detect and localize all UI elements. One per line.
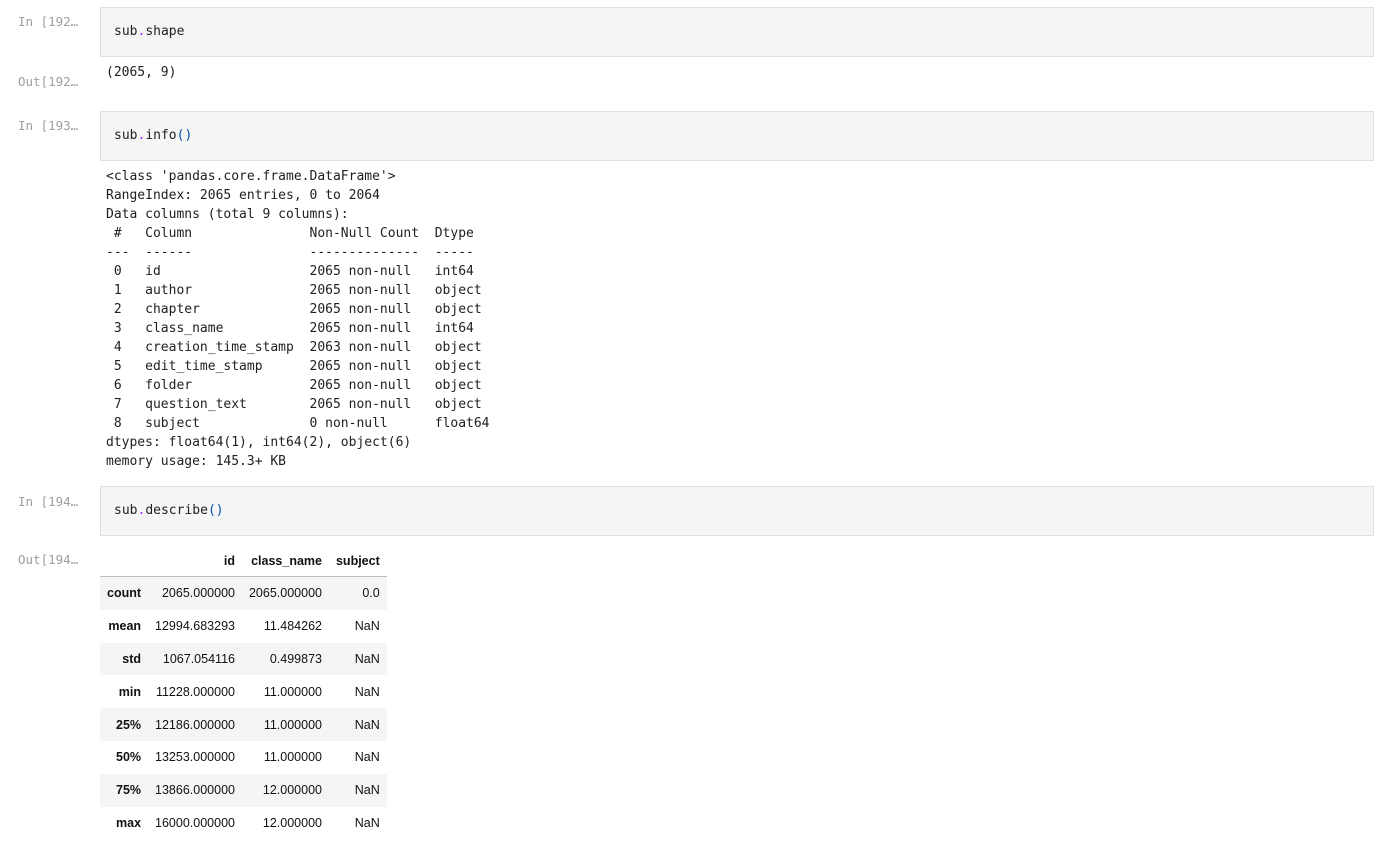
table-cell: NaN <box>354 684 380 699</box>
table-header-row: id class_name subject <box>100 545 387 577</box>
row-label: std <box>122 651 142 666</box>
column-header <box>100 545 149 577</box>
column-header: id <box>148 545 242 577</box>
table-cell: 13253.000000 <box>155 750 235 765</box>
table-cell: NaN <box>354 815 380 830</box>
table-cell: NaN <box>354 717 380 732</box>
table-row: 75% 13866.000000 12.000000 NaN <box>100 773 387 807</box>
table-cell: NaN <box>354 750 380 765</box>
table-row: min 11228.000000 11.000000 NaN <box>100 675 387 708</box>
table-cell: NaN <box>354 783 380 798</box>
table-cell: 12994.683293 <box>155 619 235 634</box>
code-cell-input[interactable]: sub.describe() <box>100 486 1374 536</box>
table-cell: 12186.000000 <box>155 717 235 732</box>
input-prompt: In [192… <box>18 14 79 29</box>
table-cell: 2065.000000 <box>161 586 235 601</box>
row-label: 75% <box>116 783 142 798</box>
output-prompt: Out[192… <box>18 74 79 89</box>
input-prompt: In [193… <box>18 118 79 133</box>
table-row: mean 12994.683293 11.484262 NaN <box>100 610 387 643</box>
table-cell: NaN <box>354 619 380 634</box>
table-cell: 2065.000000 <box>248 586 322 601</box>
code-cell-input[interactable]: sub.shape <box>100 7 1374 57</box>
table-cell: 1067.054116 <box>162 651 235 666</box>
table-cell: 0.0 <box>362 586 380 601</box>
row-label: max <box>116 815 142 830</box>
table-row: std 1067.054116 0.499873 NaN <box>100 642 387 676</box>
table-row: max 16000.000000 12.000000 NaN <box>100 807 387 840</box>
describe-table: id class_name subject count 2065.000000 … <box>100 545 387 839</box>
table-row: 50% 13253.000000 11.000000 NaN <box>100 741 387 774</box>
table-cell: 12.000000 <box>262 783 322 798</box>
table-row: 25% 12186.000000 11.000000 NaN <box>100 708 387 741</box>
cell-output: <class 'pandas.core.frame.DataFrame'> Ra… <box>106 169 490 469</box>
table-row: count 2065.000000 2065.000000 0.0 <box>100 576 387 610</box>
row-label: min <box>118 684 142 699</box>
cell-output: (2065, 9) <box>106 65 177 80</box>
row-label: count <box>107 586 142 601</box>
code-cell-input[interactable]: sub.info() <box>100 111 1374 161</box>
input-prompt: In [194… <box>18 494 79 509</box>
table-cell: 11.000000 <box>263 717 322 732</box>
table-cell: 11.000000 <box>263 750 322 765</box>
code-text: sub.info() <box>114 128 193 143</box>
table-cell: 11.000000 <box>263 684 322 699</box>
table-cell: 16000.000000 <box>155 815 235 830</box>
row-label: 50% <box>116 750 142 765</box>
table-cell: 11228.000000 <box>155 684 235 699</box>
column-header: subject <box>328 545 387 577</box>
table-cell: 11.484262 <box>263 619 322 634</box>
table-cell: 0.499873 <box>269 651 322 666</box>
table-cell: 13866.000000 <box>155 783 235 798</box>
table-cell: 12.000000 <box>262 815 322 830</box>
row-label: 25% <box>116 717 142 732</box>
code-text: sub.describe() <box>114 503 224 518</box>
code-text: sub.shape <box>114 24 185 39</box>
row-label: mean <box>108 619 142 634</box>
column-header: class_name <box>241 545 329 577</box>
table-cell: NaN <box>354 651 380 666</box>
output-prompt: Out[194… <box>18 552 79 567</box>
